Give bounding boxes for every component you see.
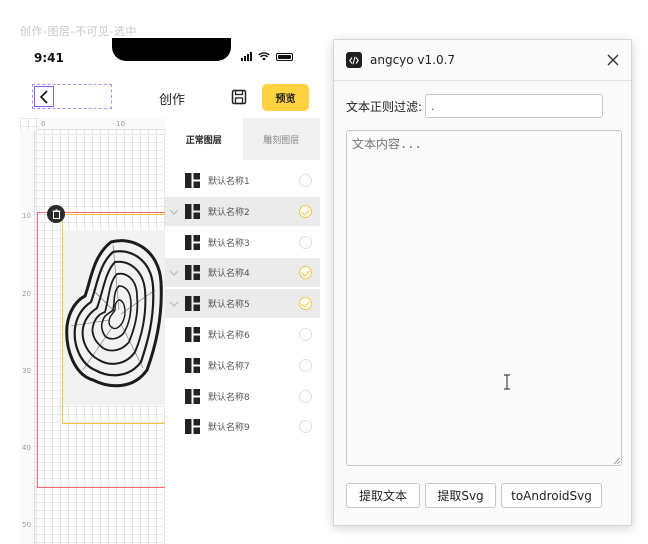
phone-notch <box>112 38 231 61</box>
layer-name: 默认名称4 <box>208 269 250 279</box>
layer-row[interactable]: 默认名称7 <box>165 351 320 380</box>
layer-name: 默认名称5 <box>208 300 250 310</box>
layer-type-icon <box>185 265 200 280</box>
layer-type-icon <box>185 173 200 188</box>
dialog-header: angcyo v1.0.7 <box>334 40 631 81</box>
delete-button[interactable] <box>47 205 65 223</box>
extract-svg-button[interactable]: 提取Svg <box>425 483 496 508</box>
preview-button[interactable]: 预览 <box>262 84 309 111</box>
ruler-tick: 30 <box>22 367 31 375</box>
code-icon <box>346 52 362 68</box>
visibility-toggle[interactable] <box>299 236 312 249</box>
extract-text-button[interactable]: 提取文本 <box>346 483 420 508</box>
layer-row[interactable]: 默认名称5 <box>165 289 320 318</box>
ruler-tick: 10 <box>116 120 125 128</box>
layer-row[interactable]: 默认名称6 <box>165 320 320 349</box>
trash-icon <box>52 209 60 219</box>
ruler-top <box>38 118 165 130</box>
text-cursor-icon <box>504 374 510 390</box>
layer-tabs: 正常图层 雕刻图层 <box>165 118 320 160</box>
ruler-tick: 50 <box>22 521 31 529</box>
visibility-toggle[interactable] <box>299 174 312 187</box>
regex-filter-input[interactable] <box>425 94 603 118</box>
visibility-toggle[interactable] <box>299 266 312 279</box>
save-icon[interactable] <box>231 89 247 105</box>
battery-icon <box>276 52 293 61</box>
layer-name: 默认名称9 <box>208 423 250 433</box>
ruler-tick: 10 <box>22 212 31 220</box>
wifi-icon <box>258 52 270 61</box>
layer-row[interactable]: 默认名称9 <box>165 412 320 441</box>
tree-stump-image[interactable] <box>63 230 165 405</box>
to-android-svg-button[interactable]: toAndroidSvg <box>501 483 602 508</box>
page-title: 创作 <box>159 93 186 108</box>
layer-type-icon <box>185 327 200 342</box>
layers-panel: 正常图层 雕刻图层 默认名称1 默认名称2 默认名称3 默认名称4 默认名称5 默认名称6… <box>165 118 320 544</box>
layer-row[interactable]: 默认名称1 <box>165 166 320 195</box>
layer-row[interactable]: 默认名称2 <box>165 197 320 226</box>
resize-grip-icon[interactable] <box>613 457 621 465</box>
layer-name: 默认名称6 <box>208 331 250 341</box>
ruler-left <box>20 130 35 544</box>
tab-normal-layers[interactable]: 正常图层 <box>165 118 243 160</box>
chevron-down-icon <box>169 270 179 276</box>
text-content-area[interactable] <box>346 130 622 466</box>
layer-type-icon <box>185 235 200 250</box>
tab-engrave-layers[interactable]: 雕刻图层 <box>242 118 320 160</box>
layer-name: 默认名称3 <box>208 239 250 249</box>
frame-title: 创作-图层-不可见-选中 <box>20 25 137 38</box>
status-time: 9:41 <box>34 51 64 65</box>
layer-type-icon <box>185 419 200 434</box>
layer-type-icon <box>185 296 200 311</box>
visibility-toggle[interactable] <box>299 359 312 372</box>
layer-name: 默认名称2 <box>208 208 250 218</box>
visibility-toggle[interactable] <box>299 328 312 341</box>
ruler-tick: 40 <box>22 444 31 452</box>
extract-dialog: angcyo v1.0.7 文本正则过滤: 提取文本 提取Svg toAndro… <box>333 39 632 526</box>
screen: 创作-图层-不可见-选中 9:41 创作 预览 0 10 10 20 30 40… <box>0 0 648 544</box>
ruler-tick: 0 <box>41 120 46 128</box>
chevron-down-icon <box>169 301 179 307</box>
filter-label: 文本正则过滤: <box>346 100 423 114</box>
visibility-toggle[interactable] <box>299 420 312 433</box>
layer-name: 默认名称1 <box>208 177 250 187</box>
status-icons <box>241 52 293 61</box>
layer-type-icon <box>185 358 200 373</box>
visibility-toggle[interactable] <box>299 297 312 310</box>
visibility-toggle[interactable] <box>299 205 312 218</box>
visibility-toggle[interactable] <box>299 390 312 403</box>
layer-row[interactable]: 默认名称8 <box>165 382 320 411</box>
layer-row[interactable]: 默认名称4 <box>165 258 320 287</box>
dialog-title: angcyo v1.0.7 <box>370 53 456 67</box>
layer-row[interactable]: 默认名称3 <box>165 228 320 257</box>
signal-icon <box>241 52 252 61</box>
layer-name: 默认名称7 <box>208 362 250 372</box>
chevron-down-icon <box>169 209 179 215</box>
chevron-left-icon <box>34 86 54 107</box>
layer-type-icon <box>185 204 200 219</box>
layer-name: 默认名称8 <box>208 393 250 403</box>
layer-type-icon <box>185 389 200 404</box>
ruler-tick: 20 <box>22 290 31 298</box>
back-button[interactable] <box>32 84 112 109</box>
close-icon[interactable] <box>606 53 620 67</box>
